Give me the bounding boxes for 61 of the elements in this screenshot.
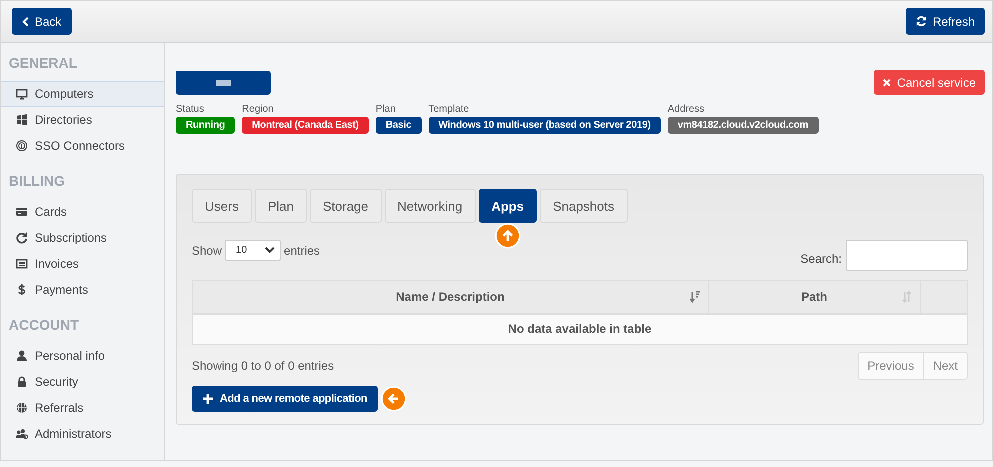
tab[interactable]: Apps xyxy=(478,189,538,223)
redo-icon xyxy=(16,232,28,244)
page-size-select[interactable]: 10 xyxy=(225,240,282,261)
detail-label: Region xyxy=(242,104,274,115)
fingerprint-icon xyxy=(16,140,28,152)
chevron-left-icon xyxy=(22,16,29,26)
sidebar-item[interactable]: Referrals xyxy=(1,395,164,421)
detail-label: Template xyxy=(428,104,470,115)
sidebar-item[interactable]: Directories xyxy=(1,107,164,133)
show-label: Show xyxy=(192,244,222,258)
sidebar-item[interactable]: Computers xyxy=(1,81,164,107)
entries-label: entries xyxy=(284,244,320,258)
search-label: Search: xyxy=(800,252,842,266)
column-header[interactable]: Path xyxy=(709,281,921,313)
tab[interactable]: Plan xyxy=(254,189,307,223)
refresh-icon xyxy=(916,16,927,27)
detail-badge: vm84182.cloud.v2cloud.com xyxy=(668,117,818,134)
sidebar-item[interactable]: SSO Connectors xyxy=(1,133,164,159)
person-icon xyxy=(16,350,28,362)
arrow-up-icon xyxy=(494,223,521,249)
credit-card-icon xyxy=(16,206,28,218)
detail-badge: Basic xyxy=(376,117,422,134)
windows-icon xyxy=(16,114,28,126)
tab[interactable]: Storage xyxy=(310,189,382,223)
people-icon xyxy=(16,428,28,440)
table-info: Showing 0 to 0 of 0 entries xyxy=(192,359,334,373)
dollar-icon xyxy=(16,284,28,296)
section-heading: GENERAL xyxy=(8,55,78,71)
sidebar-item[interactable]: Cards xyxy=(1,199,164,225)
tab[interactable]: Networking xyxy=(384,189,476,223)
list-icon xyxy=(16,258,28,270)
add-application-button[interactable]: Add a new remote application xyxy=(192,386,378,412)
sidebar-item[interactable]: Security xyxy=(1,369,164,395)
section-heading: ACCOUNT xyxy=(8,317,80,333)
search-field[interactable] xyxy=(846,240,968,271)
sidebar-item[interactable]: Administrators xyxy=(1,421,164,447)
detail-badge: Montreal (Canada East) xyxy=(242,117,369,134)
monitor-icon xyxy=(16,88,28,100)
sidebar-item[interactable]: Invoices xyxy=(1,251,164,277)
cancel-service-button[interactable]: Cancel service xyxy=(874,70,985,95)
chevron-down-icon xyxy=(265,247,276,254)
lock-icon xyxy=(16,376,28,388)
sidebar-item[interactable]: Payments xyxy=(1,277,164,303)
empty-message: No data available in table xyxy=(507,321,653,338)
section-heading: BILLING xyxy=(8,173,66,189)
detail-label: Status xyxy=(176,104,204,115)
tab[interactable]: Users xyxy=(192,189,252,223)
detail-label: Plan xyxy=(376,104,396,115)
refresh-button[interactable]: Refresh xyxy=(906,8,985,35)
detail-badge: Windows 10 multi-user (based on Server 2019) xyxy=(428,117,661,134)
sidebar-item[interactable]: Personal info xyxy=(1,343,164,369)
detail-label: Address xyxy=(668,104,705,115)
globe-icon xyxy=(16,402,28,414)
arrow-left-icon xyxy=(381,386,408,412)
tab[interactable]: Snapshots xyxy=(540,189,628,223)
plus-icon xyxy=(203,394,213,404)
detail-badge: Running xyxy=(176,117,236,134)
sidebar-item[interactable]: Subscriptions xyxy=(1,225,164,251)
close-icon xyxy=(883,78,892,86)
back-button[interactable]: Back xyxy=(12,8,72,35)
column-header[interactable]: Name / Description xyxy=(193,281,709,313)
